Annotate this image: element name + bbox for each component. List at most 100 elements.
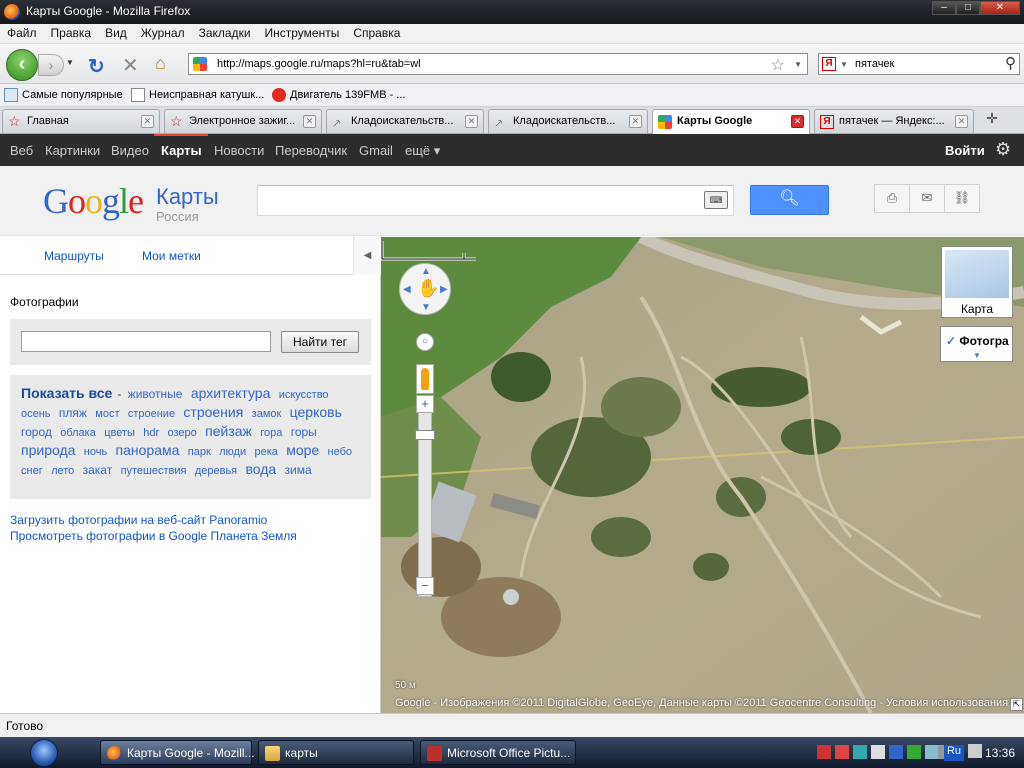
tag-link[interactable]: панорама [116, 442, 180, 458]
tab-my-places[interactable]: Мои метки [142, 249, 201, 263]
tag-link[interactable]: река [254, 446, 277, 458]
tag-link[interactable]: hdr [143, 427, 159, 439]
tag-input[interactable] [21, 331, 271, 352]
tab-close-icon[interactable]: ✕ [955, 115, 968, 128]
tag-link[interactable]: деревья [195, 465, 237, 477]
menu-tools[interactable]: Инструменты [258, 24, 347, 43]
tag-link[interactable]: пляж [59, 406, 87, 420]
tab-close-icon[interactable]: ✕ [303, 115, 316, 128]
upload-panoramio-link[interactable]: Загрузить фотографии на веб-сайт Panoram… [10, 512, 297, 528]
url-dropdown-icon[interactable]: ▼ [794, 60, 802, 69]
search-button[interactable]: 🔍︎ [750, 185, 829, 215]
tray-app-icon[interactable] [968, 744, 982, 758]
gbar-web[interactable]: Веб [10, 143, 33, 158]
map-view[interactable]: ▲ ▼ ◀ ▶ ✋ ○ + − Карта ✓ Фотогра ▼ 50 м G… [381, 237, 1024, 713]
tag-link[interactable]: архитектура [191, 385, 271, 401]
tag-link[interactable]: ночь [84, 446, 107, 458]
gbar-translate[interactable]: Переводчик [275, 143, 347, 158]
tag-link[interactable]: люди [219, 446, 246, 458]
tab-google-maps[interactable]: Карты Google ✕ [652, 109, 810, 134]
maps-search-input[interactable] [257, 185, 734, 216]
bookmark-item[interactable]: Самые популярные [4, 88, 123, 102]
gbar-images[interactable]: Картинки [45, 143, 100, 158]
satellite-imagery[interactable] [381, 237, 1024, 713]
tag-link[interactable]: море [286, 442, 319, 458]
menu-edit[interactable]: Правка [44, 24, 99, 43]
menu-bookmarks[interactable]: Закладки [192, 24, 258, 43]
pan-control[interactable]: ▲ ▼ ◀ ▶ ✋ [399, 263, 451, 315]
yandex-icon[interactable]: Я [822, 57, 836, 71]
tag-link[interactable]: горы [291, 425, 317, 439]
url-text[interactable]: http://maps.google.ru/maps?hl=ru&tab=wl [217, 58, 421, 70]
street-view-pegman[interactable] [416, 364, 434, 394]
tab-electronic-ignition[interactable]: ☆ Электронное зажиг... ✕ [164, 109, 322, 133]
stop-icon[interactable]: ✕ [122, 53, 139, 78]
tag-link[interactable]: зима [285, 463, 312, 477]
tag-link[interactable]: небо [328, 446, 353, 458]
login-link[interactable]: Войти [945, 143, 985, 158]
tray-app-icon[interactable] [907, 745, 921, 759]
tab-yandex-search[interactable]: Я пятачек — Яндекс:... ✕ [814, 109, 974, 133]
tag-link[interactable]: гора [260, 427, 282, 439]
tab-close-icon[interactable]: ✕ [791, 115, 804, 128]
pan-left-icon[interactable]: ◀ [403, 284, 411, 295]
gbar-video[interactable]: Видео [111, 143, 149, 158]
new-tab-button[interactable]: ✛ [978, 110, 1006, 132]
minimize-button[interactable]: – [932, 1, 956, 15]
bookmark-item[interactable]: Неисправная катушк... [131, 88, 264, 102]
language-indicator[interactable]: Ru [944, 745, 964, 761]
tag-link[interactable]: строения [183, 404, 243, 420]
tag-link[interactable]: осень [21, 408, 51, 420]
tab-treasure-hunting-1[interactable]: ⸕ Кладоискательств... ✕ [326, 109, 484, 133]
menu-help[interactable]: Справка [346, 24, 407, 43]
tab-home[interactable]: ☆ Главная ✕ [2, 109, 160, 133]
tag-link[interactable]: мост [95, 408, 119, 420]
bookmark-item[interactable]: Двигатель 139FMB - ... [272, 88, 405, 102]
history-dropdown-icon[interactable]: ▼ [66, 58, 74, 67]
map-type-button[interactable]: Карта [941, 246, 1013, 318]
bookmark-star-icon[interactable]: ☆ [771, 55, 785, 75]
taskbar-folder[interactable]: карты [258, 740, 414, 765]
resize-corner-icon[interactable]: ⇱ [1010, 698, 1023, 711]
photos-layer-button[interactable]: ✓ Фотогра ▼ [940, 326, 1013, 362]
home-icon[interactable]: ⌂ [155, 53, 166, 74]
reset-view-button[interactable]: ○ [416, 333, 434, 351]
tag-link[interactable]: озеро [168, 427, 197, 439]
tab-routes[interactable]: Маршруты [44, 249, 104, 263]
print-button[interactable]: ⎙ [874, 184, 910, 213]
tag-link[interactable]: искусство [279, 389, 329, 401]
chevron-down-icon[interactable]: ▼ [973, 351, 981, 360]
start-button[interactable] [30, 739, 58, 767]
tab-close-icon[interactable]: ✕ [465, 115, 478, 128]
tab-treasure-hunting-2[interactable]: ⸕ Кладоискательств... ✕ [488, 109, 648, 133]
back-button[interactable]: ‹ [6, 49, 38, 81]
tag-link[interactable]: облака [60, 427, 96, 439]
show-all-link[interactable]: Показать все [21, 385, 112, 401]
email-button[interactable]: ✉ [909, 184, 945, 213]
tab-close-icon[interactable]: ✕ [141, 115, 154, 128]
reload-icon[interactable]: ↻ [88, 54, 105, 79]
zoom-out-button[interactable]: − [416, 577, 434, 595]
tag-link[interactable]: замок [252, 408, 282, 420]
keyboard-icon[interactable]: ⌨ [704, 191, 728, 209]
zoom-in-button[interactable]: + [416, 395, 434, 413]
google-logo[interactable]: Google [43, 180, 144, 222]
tab-close-icon[interactable]: ✕ [629, 115, 642, 128]
menu-view[interactable]: Вид [98, 24, 134, 43]
tag-link[interactable]: цветы [104, 427, 135, 439]
taskbar-office-picture[interactable]: Microsoft Office Pictu... [420, 740, 576, 765]
tray-app-icon[interactable] [817, 745, 831, 759]
search-icon[interactable]: ⚲ [1005, 54, 1016, 72]
tag-link[interactable]: церковь [290, 404, 342, 420]
tag-link[interactable]: пейзаж [205, 423, 252, 439]
tag-link[interactable]: снег [21, 465, 43, 477]
tag-link[interactable]: природа [21, 442, 75, 458]
tag-link[interactable]: строение [128, 408, 175, 420]
collapse-panel-button[interactable]: ◀ [353, 237, 381, 275]
tag-link[interactable]: город [21, 425, 52, 439]
tag-link[interactable]: вода [245, 461, 276, 477]
tag-link[interactable]: закат [83, 463, 113, 477]
taskbar-firefox[interactable]: Карты Google - Mozill... [100, 740, 255, 765]
menu-history[interactable]: Журнал [134, 24, 192, 43]
close-window-button[interactable]: ✕ [980, 1, 1020, 15]
